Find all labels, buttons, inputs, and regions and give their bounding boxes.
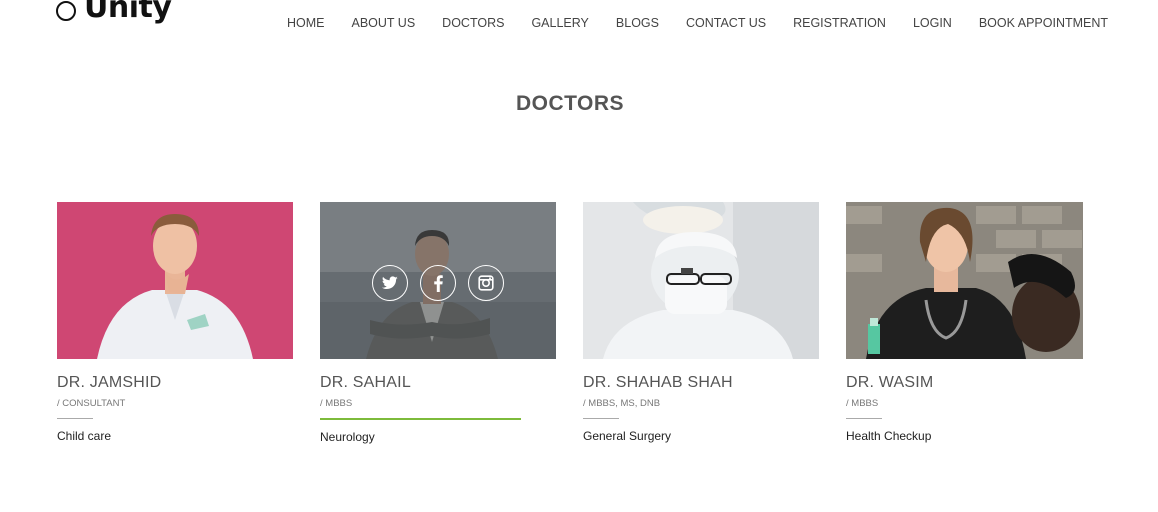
main-nav: HOME ABOUT US DOCTORS GALLERY BLOGS CONT… [287, 15, 1108, 31]
doctor-card[interactable]: DR. WASIM / MBBS Health Checkup [846, 202, 1083, 443]
nav-doctors[interactable]: DOCTORS [442, 15, 504, 31]
doctor-name[interactable]: DR. SAHAIL [320, 374, 556, 392]
doctor-role: / MBBS [320, 398, 353, 409]
divider [583, 418, 619, 419]
divider [57, 418, 93, 419]
facebook-icon[interactable] [420, 265, 456, 301]
doctor-specialty: Child care [57, 429, 112, 443]
doctor-card[interactable]: DR. SHAHAB SHAH / MBBS, MS, DNB General … [583, 202, 819, 443]
doctor-role: / MBBS, MS, DNB [583, 398, 661, 409]
nav-login[interactable]: LOGIN [913, 15, 952, 31]
logo-text: Unity [84, 0, 172, 25]
doctor-name[interactable]: DR. WASIM [846, 374, 1082, 392]
nav-home[interactable]: HOME [287, 15, 325, 31]
nav-about-us[interactable]: ABOUT US [352, 15, 416, 31]
doctor-card[interactable]: DR. JAMSHID / CONSULTANT Child care [57, 202, 293, 443]
section-title: DOCTORS [515, 92, 625, 115]
doctor-photo[interactable] [846, 202, 1083, 359]
divider-active [320, 418, 521, 420]
nav-contact-us[interactable]: CONTACT US [686, 15, 766, 31]
nav-blogs[interactable]: BLOGS [616, 15, 659, 31]
doctor-name[interactable]: DR. JAMSHID [57, 374, 293, 392]
doctor-specialty: Health Checkup [846, 429, 932, 443]
twitter-icon[interactable] [372, 265, 408, 301]
divider [846, 418, 882, 419]
doctor-role: / CONSULTANT [57, 398, 126, 409]
doctor-role: / MBBS [846, 398, 879, 409]
nav-gallery[interactable]: GALLERY [531, 15, 588, 31]
site-header: Unity HOME ABOUT US DOCTORS GALLERY BLOG… [0, 0, 1158, 50]
nav-registration[interactable]: REGISTRATION [793, 15, 886, 31]
doctor-photo[interactable] [320, 202, 556, 359]
doctor-card[interactable]: DR. SAHAIL / MBBS Neurology [320, 202, 556, 444]
doctor-specialty: Neurology [320, 429, 375, 444]
doctor-photo[interactable] [583, 202, 819, 359]
logo-ring-icon [56, 1, 76, 21]
logo[interactable]: Unity [56, 0, 172, 28]
doctor-specialty: General Surgery [583, 429, 672, 443]
instagram-icon[interactable] [468, 265, 504, 301]
doctor-name[interactable]: DR. SHAHAB SHAH [583, 374, 819, 392]
doctor-photo[interactable] [57, 202, 293, 359]
social-links [372, 265, 516, 301]
nav-book-appointment[interactable]: BOOK APPOINTMENT [979, 15, 1108, 31]
